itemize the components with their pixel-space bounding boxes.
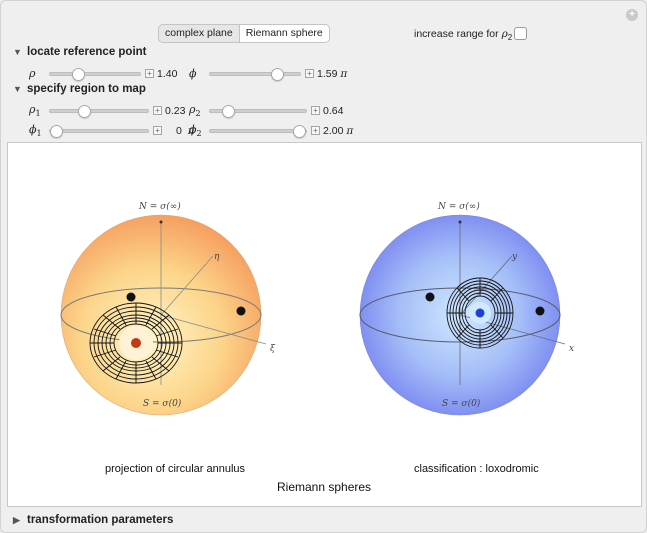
rho-slider[interactable] bbox=[49, 67, 141, 81]
section-reference-label: locate reference point bbox=[27, 46, 147, 58]
rho-value: 1.40 bbox=[157, 68, 177, 80]
section-region[interactable]: ▼ specify region to map bbox=[13, 83, 146, 95]
phi1-value-num: 0 bbox=[176, 124, 182, 137]
left-north-label: N = σ(∞) bbox=[138, 201, 181, 212]
phi-value-num: 1.59 bbox=[317, 67, 338, 80]
phi-value: 1.59 π bbox=[317, 68, 347, 80]
left-axis-xi: ξ bbox=[270, 344, 276, 354]
increase-range-checkbox[interactable] bbox=[514, 27, 527, 40]
rho1-slider[interactable] bbox=[49, 104, 149, 118]
phi2-value: 2.00 π bbox=[323, 125, 353, 137]
phi1-sym: ϕ bbox=[29, 123, 37, 136]
phi-thumb[interactable] bbox=[270, 67, 284, 81]
phi2-control: ϕ2 + 2.00 π bbox=[189, 123, 353, 138]
phi2-slider[interactable] bbox=[209, 124, 307, 138]
rho-sym: ρ bbox=[29, 67, 36, 80]
manipulate-panel: + complex plane Riemann sphere increase … bbox=[0, 0, 647, 533]
rho-plus-icon[interactable]: + bbox=[145, 69, 154, 78]
toggle-riemann-sphere[interactable]: Riemann sphere bbox=[238, 25, 329, 42]
toggle-complex-plane[interactable]: complex plane bbox=[159, 25, 239, 42]
phi-control: ϕ + 1.59 π bbox=[189, 67, 347, 81]
riemann-spheres-graphic: N = σ(∞) S = σ(0) η ξ N = σ(∞) S = σ(0) … bbox=[60, 201, 574, 416]
range-label-text: increase range for bbox=[414, 28, 499, 40]
rho-control: ρ + 1.40 bbox=[29, 67, 177, 81]
phi-unit: π bbox=[340, 67, 348, 80]
rho-thumb[interactable] bbox=[71, 67, 85, 81]
right-south-label: S = σ(0) bbox=[442, 398, 481, 409]
chevron-right-icon: ▶ bbox=[13, 514, 20, 525]
rho1-value-num: 0.23 bbox=[165, 104, 186, 117]
right-sphere: N = σ(∞) S = σ(0) y x bbox=[359, 201, 574, 416]
section-region-label: specify region to map bbox=[27, 83, 146, 95]
phi-sym: ϕ bbox=[189, 67, 197, 80]
phi1-control: ϕ1 + 0 π bbox=[29, 123, 195, 138]
rho-value-num: 1.40 bbox=[157, 67, 178, 80]
rho2-slider[interactable] bbox=[209, 104, 307, 118]
output-plot: N = σ(∞) S = σ(0) η ξ N = σ(∞) S = σ(0) … bbox=[7, 142, 642, 507]
phi-plus-icon[interactable]: + bbox=[305, 69, 314, 78]
section-transform-label: transformation parameters bbox=[27, 514, 174, 526]
right-axis-y: y bbox=[511, 252, 518, 262]
rho2-sub: 2 bbox=[195, 109, 201, 119]
rho1-symbol: ρ1 bbox=[29, 103, 49, 118]
phi1-slider[interactable] bbox=[49, 124, 149, 138]
chevron-down-icon: ▼ bbox=[13, 84, 22, 94]
rho1-sub: 1 bbox=[35, 109, 41, 119]
phi-slider[interactable] bbox=[209, 67, 301, 81]
rho1-plus-icon[interactable]: + bbox=[153, 106, 162, 116]
phi1-sub: 1 bbox=[36, 129, 42, 139]
left-axis-eta: η bbox=[214, 252, 220, 262]
chevron-down-icon: ▼ bbox=[13, 47, 22, 57]
range-sub: 2 bbox=[507, 33, 513, 43]
phi1-thumb[interactable] bbox=[50, 124, 63, 138]
phi2-sym: ϕ bbox=[189, 123, 197, 136]
phi2-value-num: 2.00 bbox=[323, 124, 344, 137]
rho1-value: 0.23 bbox=[165, 105, 185, 117]
right-north-label: N = σ(∞) bbox=[437, 201, 480, 212]
rho1-thumb[interactable] bbox=[78, 104, 92, 118]
rho2-control: ρ2 + 0.64 bbox=[189, 103, 343, 118]
phi2-symbol: ϕ2 bbox=[189, 123, 209, 138]
rho2-value-num: 0.64 bbox=[323, 104, 344, 117]
rho2-plus-icon[interactable]: + bbox=[311, 106, 320, 116]
phi2-plus-icon[interactable]: + bbox=[311, 126, 320, 136]
phi-symbol: ϕ bbox=[189, 67, 209, 80]
rho-symbol: ρ bbox=[29, 67, 49, 80]
plot-title: Riemann spheres bbox=[277, 480, 372, 494]
left-caption: projection of circular annulus bbox=[105, 463, 246, 475]
section-transform[interactable]: ▶ transformation parameters bbox=[13, 514, 173, 526]
left-sphere: N = σ(∞) S = σ(0) η ξ bbox=[60, 201, 276, 416]
range-checkbox-label: increase range for ρ2 bbox=[414, 28, 512, 42]
view-toggle[interactable]: complex plane Riemann sphere bbox=[158, 24, 330, 43]
expand-icon[interactable]: + bbox=[626, 9, 638, 21]
phi2-thumb[interactable] bbox=[293, 124, 306, 138]
rho2-symbol: ρ2 bbox=[189, 103, 209, 118]
section-reference[interactable]: ▼ locate reference point bbox=[13, 46, 147, 58]
phi1-symbol: ϕ1 bbox=[29, 123, 49, 138]
phi2-sub: 2 bbox=[196, 129, 202, 139]
phi1-plus-icon[interactable]: + bbox=[153, 126, 162, 136]
right-axis-x: x bbox=[569, 344, 574, 354]
left-south-label: S = σ(0) bbox=[143, 398, 182, 409]
rho1-control: ρ1 + 0.23 bbox=[29, 103, 185, 118]
right-caption: classification : loxodromic bbox=[414, 463, 539, 475]
phi2-unit: π bbox=[346, 124, 354, 137]
rho2-value: 0.64 bbox=[323, 105, 343, 117]
rho2-thumb[interactable] bbox=[222, 104, 236, 118]
